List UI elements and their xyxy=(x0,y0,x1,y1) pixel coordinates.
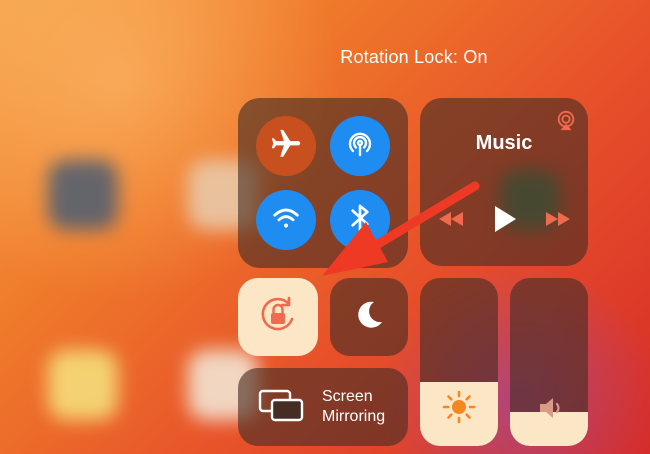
rotation-lock-status: Rotation Lock: On xyxy=(340,47,488,67)
airplane-icon xyxy=(269,127,303,166)
fast-forward-icon[interactable] xyxy=(544,210,572,233)
screen-mirroring-icon xyxy=(258,388,304,427)
blurred-app-icon xyxy=(48,160,118,230)
wifi-icon xyxy=(269,201,303,240)
bluetooth-icon xyxy=(345,201,375,240)
bluetooth-button[interactable] xyxy=(330,190,390,250)
volume-slider[interactable] xyxy=(510,278,588,446)
music-title: Music xyxy=(475,132,533,154)
rewind-icon[interactable] xyxy=(437,210,465,233)
connectivity-module xyxy=(238,98,408,268)
airdrop-button[interactable] xyxy=(330,116,390,176)
airdrop-icon xyxy=(342,126,378,167)
rotation-lock-button[interactable] xyxy=(238,278,318,356)
rotation-lock-icon xyxy=(256,293,300,342)
do-not-disturb-button[interactable] xyxy=(330,278,408,356)
blurred-app-icon xyxy=(48,350,118,420)
play-icon[interactable] xyxy=(492,204,518,239)
wifi-button[interactable] xyxy=(256,190,316,250)
speaker-icon xyxy=(538,396,564,425)
screen-mirroring-button[interactable]: Screen Mirroring xyxy=(238,368,408,446)
screen-mirroring-label: Screen Mirroring xyxy=(322,388,386,425)
sun-icon xyxy=(442,390,476,429)
moon-icon xyxy=(352,298,386,337)
brightness-slider[interactable] xyxy=(420,278,498,446)
airplane-mode-button[interactable] xyxy=(256,116,316,176)
